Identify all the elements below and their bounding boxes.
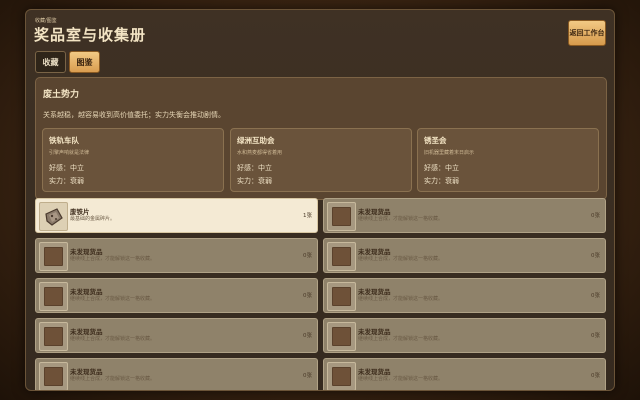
item-thumbnail <box>39 322 68 351</box>
item-description: 继续线上合成，才能解锁这一格收藏。 <box>70 296 156 302</box>
faction-card-affinity: 好感：中立 <box>49 164 84 172</box>
collection-panel: 收藏/图鉴 奖品室与收集册 返回工作台 收藏 图鉴 废土势力 关系越稳，越容易收… <box>25 9 615 391</box>
collection-item-locked[interactable]: 未发现货品 继续线上合成，才能解锁这一格收藏。 0张 <box>35 358 318 390</box>
item-thumbnail <box>39 362 68 390</box>
faction-card-strength: 实力：衰弱 <box>237 177 272 185</box>
locked-placeholder-icon <box>332 327 351 346</box>
item-description: 继续线上合成，才能解锁这一格收藏。 <box>358 256 444 262</box>
item-count: 1张 <box>303 213 312 219</box>
item-count: 0张 <box>591 253 600 259</box>
locked-placeholder-icon <box>44 327 63 346</box>
item-description: 继续线上合成，才能解锁这一格收藏。 <box>358 376 444 382</box>
item-description: 继续线上合成，才能解锁这一格收藏。 <box>70 376 156 382</box>
item-description: 继续线上合成，才能解锁这一格收藏。 <box>358 216 444 222</box>
collection-item-locked[interactable]: 未发现货品 继续线上合成，才能解锁这一格收藏。 0张 <box>323 278 606 313</box>
locked-placeholder-icon <box>44 287 63 306</box>
collection-item-locked[interactable]: 未发现货品 继续线上合成，才能解锁这一格收藏。 0张 <box>35 278 318 313</box>
tab-codex[interactable]: 图鉴 <box>69 51 100 73</box>
tab-collection[interactable]: 收藏 <box>35 51 66 73</box>
faction-card-name: 铁轨车队 <box>49 136 79 145</box>
faction-card-motto: 旧机器里藏着末日启示 <box>424 150 475 156</box>
item-description: 继续线上合成，才能解锁这一格收藏。 <box>358 296 444 302</box>
item-count: 0张 <box>303 333 312 339</box>
collection-item-locked[interactable]: 未发现货品 继续线上合成，才能解锁这一格收藏。 0张 <box>35 318 318 353</box>
item-count: 0张 <box>591 213 600 219</box>
item-thumbnail <box>327 242 356 271</box>
locked-placeholder-icon <box>44 367 63 386</box>
faction-description: 关系越稳，越容易收到高价值委托；实力失衡会推动剧情。 <box>43 111 225 119</box>
item-thumbnail <box>327 282 356 311</box>
faction-card-affinity: 好感：中立 <box>237 164 272 172</box>
collection-item-locked[interactable]: 未发现货品 继续线上合成，才能解锁这一格收藏。 0张 <box>323 238 606 273</box>
page-subtitle: 收藏/图鉴 <box>35 18 57 24</box>
locked-placeholder-icon <box>332 287 351 306</box>
faction-card-motto: 水和燕麦都得省着用 <box>237 150 283 156</box>
collection-item-scrap-metal[interactable]: 废铁片 最基础的金属碎片。 1张 <box>35 198 318 233</box>
item-thumbnail <box>39 282 68 311</box>
faction-card-strength: 实力：衰弱 <box>424 177 459 185</box>
locked-placeholder-icon <box>332 367 351 386</box>
faction-card-affinity: 好感：中立 <box>424 164 459 172</box>
item-count: 0张 <box>591 373 600 379</box>
faction-card-name: 绿洲互助会 <box>237 136 275 145</box>
page-title: 奖品室与收集册 <box>34 26 147 44</box>
faction-card-name: 锈圣会 <box>424 136 447 145</box>
collection-item-locked[interactable]: 未发现货品 继续线上合成，才能解锁这一格收藏。 0张 <box>323 358 606 390</box>
collection-item-locked[interactable]: 未发现货品 继续线上合成，才能解锁这一格收藏。 0张 <box>323 198 606 233</box>
item-thumbnail <box>327 362 356 390</box>
faction-section: 废土势力 关系越稳，越容易收到高价值委托；实力失衡会推动剧情。 铁轨车队 引擎声… <box>35 77 607 200</box>
scrap-metal-icon <box>44 207 63 226</box>
locked-placeholder-icon <box>44 247 63 266</box>
item-thumbnail <box>327 202 356 231</box>
collection-item-locked[interactable]: 未发现货品 继续线上合成，才能解锁这一格收藏。 0张 <box>35 238 318 273</box>
faction-title: 废土势力 <box>43 90 80 100</box>
item-description: 继续线上合成，才能解锁这一格收藏。 <box>70 256 156 262</box>
faction-card-oasis: 绿洲互助会 水和燕麦都得省着用 好感：中立 实力：衰弱 <box>230 128 412 192</box>
item-count: 0张 <box>303 253 312 259</box>
item-thumbnail <box>39 202 68 231</box>
item-thumbnail <box>39 242 68 271</box>
faction-card-motto: 引擎声响就是法律 <box>49 150 90 156</box>
faction-card-railway: 铁轨车队 引擎声响就是法律 好感：中立 实力：衰弱 <box>42 128 224 192</box>
item-count: 0张 <box>591 333 600 339</box>
item-description: 继续线上合成，才能解锁这一格收藏。 <box>70 336 156 342</box>
collection-item-locked[interactable]: 未发现货品 继续线上合成，才能解锁这一格收藏。 0张 <box>323 318 606 353</box>
back-to-workbench-button[interactable]: 返回工作台 <box>568 20 606 46</box>
faction-card-rust-saints: 锈圣会 旧机器里藏着末日启示 好感：中立 实力：衰弱 <box>417 128 599 192</box>
item-description: 继续线上合成，才能解锁这一格收藏。 <box>358 336 444 342</box>
item-count: 0张 <box>591 293 600 299</box>
item-thumbnail <box>327 322 356 351</box>
locked-placeholder-icon <box>332 247 351 266</box>
item-count: 0张 <box>303 373 312 379</box>
item-count: 0张 <box>303 293 312 299</box>
faction-card-strength: 实力：衰弱 <box>49 177 84 185</box>
locked-placeholder-icon <box>332 207 351 226</box>
item-description: 最基础的金属碎片。 <box>70 216 116 222</box>
